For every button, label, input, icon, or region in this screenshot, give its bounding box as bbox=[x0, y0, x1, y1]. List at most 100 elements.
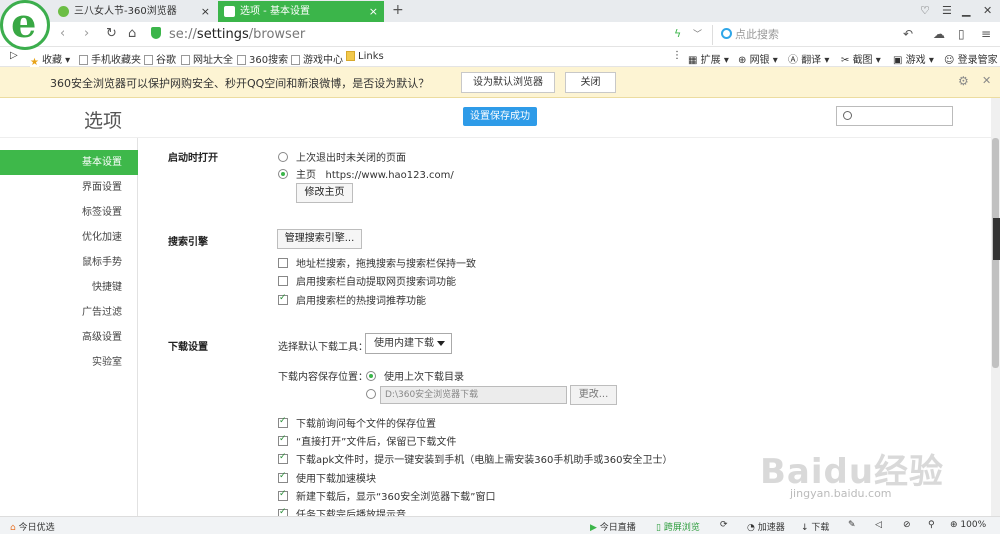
home-icon[interactable]: ⌂ bbox=[128, 26, 136, 41]
notice-close-button[interactable]: 关闭 bbox=[565, 72, 616, 93]
live-button[interactable]: ▶ 今日直播 bbox=[590, 520, 636, 533]
tab-close-icon[interactable]: × bbox=[201, 1, 210, 22]
bookmark-links[interactable]: Links bbox=[346, 51, 384, 62]
sidebar-toggle-icon[interactable]: ▷ bbox=[10, 50, 18, 61]
bookmark-google[interactable]: 谷歌 bbox=[144, 51, 176, 66]
forward-icon[interactable]: › bbox=[84, 26, 89, 41]
checkbox-checked-icon bbox=[278, 293, 288, 305]
zoom-control[interactable]: ⊕ 100% bbox=[950, 520, 986, 530]
edit-homepage-button[interactable]: 修改主页 bbox=[296, 183, 353, 203]
use-last-dir-radio[interactable]: 使用上次下载目录 bbox=[366, 368, 464, 383]
mute-icon[interactable]: ◁ bbox=[875, 520, 882, 530]
tab-favicon-icon bbox=[58, 6, 69, 17]
set-default-button[interactable]: 设为默认浏览器 bbox=[461, 72, 555, 93]
sidebar-item-gestures[interactable]: 鼠标手势 bbox=[0, 250, 138, 275]
download-path-field[interactable]: D:\360安全浏览器下载 bbox=[380, 386, 567, 404]
tab-women-day[interactable]: 三八女人节-360浏览器 × bbox=[52, 1, 216, 22]
refresh-icon[interactable]: ⟳ bbox=[720, 520, 728, 530]
bookmark-games[interactable]: 游戏中心 bbox=[291, 51, 343, 66]
speed-mode-icon[interactable]: ϟ bbox=[674, 27, 681, 40]
checkbox-icon bbox=[278, 276, 288, 286]
download-tool-select[interactable]: 使用内建下载 bbox=[365, 333, 452, 354]
bookmark-mobile[interactable]: 手机收藏夹 bbox=[79, 51, 141, 66]
baidu-watermark: Baidu经验 bbox=[760, 452, 945, 492]
checkbox-checked-icon bbox=[278, 489, 288, 501]
minimize-icon[interactable]: ▁ bbox=[962, 4, 970, 17]
toolbar-translate[interactable]: Ⓐ 翻译 ▾ bbox=[788, 51, 829, 66]
keep-file-checkbox[interactable]: “直接打开”文件后，保留已下载文件 bbox=[278, 433, 456, 448]
radio-checked-icon bbox=[366, 371, 376, 381]
tab-close-icon[interactable]: × bbox=[369, 1, 378, 22]
toolbar-bank[interactable]: ⊕ 网银 ▾ bbox=[738, 51, 778, 66]
sidebar-item-interface[interactable]: 界面设置 bbox=[0, 175, 138, 200]
cross-screen-button[interactable]: ▯ 跨屏浏览 bbox=[656, 520, 700, 533]
download-heading: 下载设置 bbox=[168, 342, 208, 353]
tab-title: 选项 - 基本设置 bbox=[240, 6, 310, 17]
search-hotwords-checkbox[interactable]: 启用搜索栏的热搜词推荐功能 bbox=[278, 292, 426, 307]
radio-icon bbox=[278, 152, 288, 162]
bookmark-favorites[interactable]: ★ 收藏 ▾ bbox=[30, 51, 70, 68]
bookmark-directory[interactable]: 网址大全 bbox=[181, 51, 233, 66]
skin-icon[interactable]: ♡ bbox=[920, 4, 930, 17]
notice-text: 360安全浏览器可以保护网购安全、秒开QQ空间和新浪微博，是否设为默认？ bbox=[50, 77, 430, 90]
baidu-watermark-url: jingyan.baidu.com bbox=[790, 487, 892, 500]
daily-picks[interactable]: ⌂ 今日优选 bbox=[10, 520, 55, 533]
toolbar-screenshot[interactable]: ✂ 截图 ▾ bbox=[841, 51, 881, 66]
cloud-icon[interactable]: ☁ bbox=[933, 27, 945, 41]
accelerator-button[interactable]: ◔ 加速器 bbox=[747, 520, 785, 533]
menu-icon[interactable]: ☰ bbox=[942, 4, 952, 17]
sidebar-item-optimize[interactable]: 优化加速 bbox=[0, 225, 138, 250]
sidebar-item-tabs[interactable]: 标签设置 bbox=[0, 200, 138, 225]
browser-logo-icon[interactable] bbox=[0, 0, 50, 50]
close-icon[interactable]: ✕ bbox=[982, 74, 991, 87]
tab-favicon-icon bbox=[224, 6, 235, 17]
reload-icon[interactable]: ↻ bbox=[106, 26, 117, 41]
status-bar: ⌂ 今日优选 ▶ 今日直播 ▯ 跨屏浏览 ⟳ ◔ 加速器 ↓ 下载 ✎ ◁ ⊘ … bbox=[0, 516, 1000, 534]
change-path-button[interactable]: 更改... bbox=[570, 385, 617, 405]
back-icon[interactable]: ‹ bbox=[60, 26, 65, 41]
startup-homepage-radio[interactable]: 主页 https://www.hao123.com/ bbox=[278, 166, 454, 181]
checkbox-icon bbox=[278, 258, 288, 268]
sidebar-item-lab[interactable]: 实验室 bbox=[0, 350, 138, 375]
adblock-icon[interactable]: ⊘ bbox=[903, 520, 911, 530]
sidebar-item-adblock[interactable]: 广告过滤 bbox=[0, 300, 138, 325]
download-button[interactable]: ↓ 下载 bbox=[801, 520, 829, 533]
gear-icon[interactable]: ⚙ bbox=[958, 74, 969, 88]
phone-icon[interactable]: ▯ bbox=[958, 27, 965, 41]
checkbox-checked-icon bbox=[278, 434, 288, 446]
search-input[interactable]: 点此搜索 bbox=[712, 25, 897, 45]
more-icon[interactable]: ⋮ bbox=[672, 50, 682, 61]
bookmark-360search[interactable]: 360搜索 bbox=[237, 51, 288, 66]
menu-icon[interactable]: ≡ bbox=[981, 27, 991, 41]
chevron-down-icon[interactable]: ﹀ bbox=[693, 27, 702, 40]
settings-search-input[interactable] bbox=[836, 106, 953, 126]
toolbar-extensions[interactable]: ▦ 扩展 ▾ bbox=[688, 51, 729, 66]
toolbar-login-manager[interactable]: ☺ 登录管家 bbox=[944, 51, 998, 66]
url-field[interactable]: se://settings/browser bbox=[151, 25, 676, 45]
sidebar-item-advanced[interactable]: 高级设置 bbox=[0, 325, 138, 350]
checkbox-checked-icon bbox=[278, 471, 288, 483]
ask-location-checkbox[interactable]: 下载前询问每个文件的保存位置 bbox=[278, 415, 436, 430]
radio-checked-icon bbox=[278, 169, 288, 179]
download-tool-label: 选择默认下载工具： bbox=[278, 342, 368, 353]
side-feedback-tab[interactable] bbox=[993, 218, 1000, 260]
tab-settings[interactable]: 选项 - 基本设置 × bbox=[218, 1, 384, 22]
sidebar-item-basic[interactable]: 基本设置 bbox=[0, 150, 138, 175]
startup-last-session-radio[interactable]: 上次退出时未关闭的页面 bbox=[278, 149, 406, 164]
download-icon: ↓ bbox=[801, 523, 809, 533]
undo-icon[interactable]: ↶ bbox=[903, 27, 913, 41]
new-tab-button[interactable]: + bbox=[392, 2, 404, 18]
search-sync-checkbox[interactable]: 地址栏搜索，拖拽搜索与搜索栏保持一致 bbox=[278, 255, 476, 270]
startup-heading: 启动时打开 bbox=[168, 153, 218, 164]
settings-sidebar: 基本设置 界面设置 标签设置 优化加速 鼠标手势 快捷键 广告过滤 高级设置 实… bbox=[0, 138, 138, 516]
download-accel-checkbox[interactable]: 使用下载加速模块 bbox=[278, 470, 376, 485]
sidebar-item-shortcuts[interactable]: 快捷键 bbox=[0, 275, 138, 300]
cleanup-icon[interactable]: ⚲ bbox=[928, 520, 935, 530]
toolbar-games[interactable]: ▣ 游戏 ▾ bbox=[893, 51, 934, 66]
manage-search-engines-button[interactable]: 管理搜索引擎... bbox=[277, 229, 362, 249]
apk-prompt-checkbox[interactable]: 下载apk文件时，提示一键安装到手机（电脑上需安装360手机助手或360安全卫士… bbox=[278, 451, 672, 466]
close-icon[interactable]: ✕ bbox=[983, 4, 992, 17]
show-download-window-checkbox[interactable]: 新建下载后，显示“360安全浏览器下载”窗口 bbox=[278, 488, 495, 503]
search-extract-checkbox[interactable]: 启用搜索栏自动提取网页搜索词功能 bbox=[278, 273, 456, 288]
tools-icon[interactable]: ✎ bbox=[848, 520, 856, 530]
